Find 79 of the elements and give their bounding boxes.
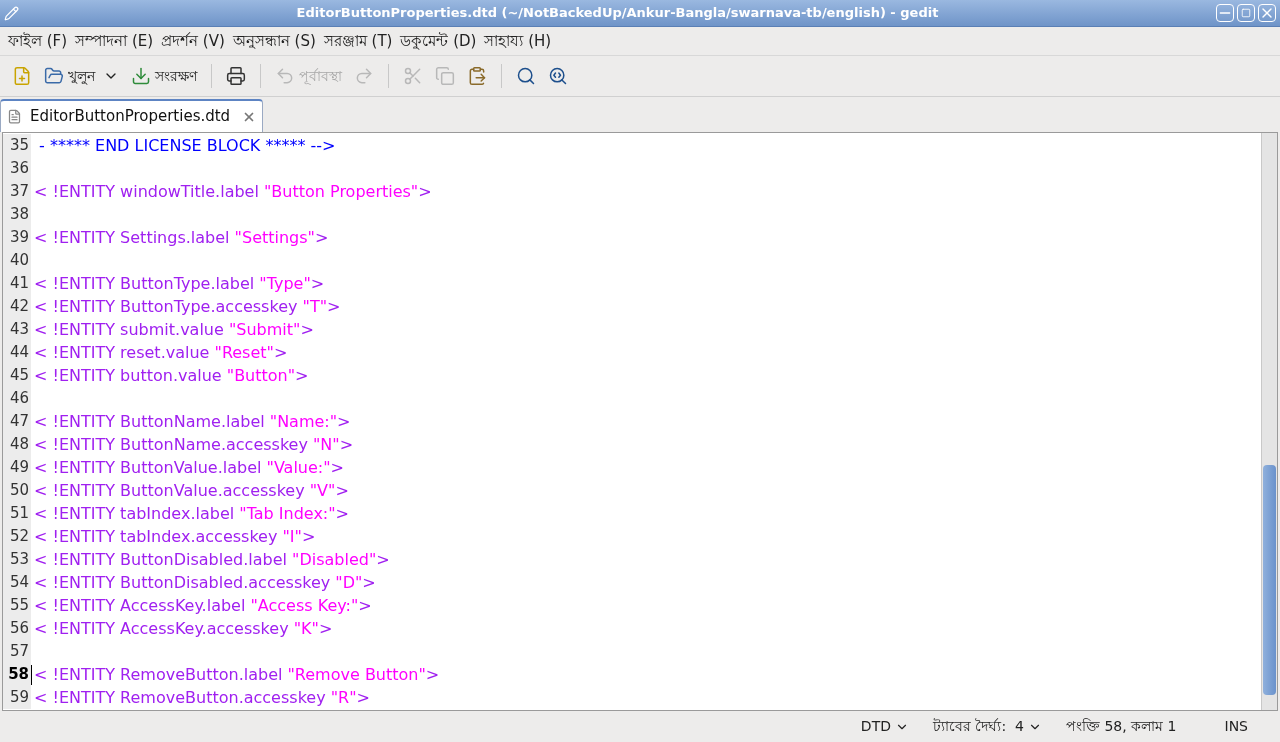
line-number: 56 bbox=[3, 617, 31, 640]
line-number: 53 bbox=[3, 548, 31, 571]
code-line: < !ENTITY Settings.label "Settings"> bbox=[34, 226, 329, 249]
language-selector[interactable]: DTD bbox=[860, 716, 909, 737]
undo-icon bbox=[275, 66, 295, 86]
menu-item[interactable]: প্রদর্শন (V) bbox=[157, 29, 229, 53]
line-number: 52 bbox=[3, 525, 31, 548]
line-number: 37 bbox=[3, 180, 31, 203]
line-number: 35 bbox=[3, 134, 31, 157]
minimize-icon[interactable] bbox=[1216, 4, 1234, 22]
code-line: < !ENTITY RemoveButton.label "Remove Button"> bbox=[34, 663, 440, 686]
line-number: 49 bbox=[3, 456, 31, 479]
code-line: < !ENTITY ButtonName.label "Name:"> bbox=[34, 410, 351, 433]
line-number: 51 bbox=[3, 502, 31, 525]
code-line: < !ENTITY ButtonValue.accesskey "V"> bbox=[34, 479, 349, 502]
line-number: 59 bbox=[3, 686, 31, 709]
code-line: - ***** END LICENSE BLOCK ***** --> bbox=[38, 134, 336, 157]
menu-item[interactable]: ফাইল (F) bbox=[4, 29, 72, 53]
line-number: 47 bbox=[3, 410, 31, 433]
code-line: < !ENTITY ButtonName.accesskey "N"> bbox=[34, 433, 354, 456]
line-number: 58 bbox=[3, 663, 31, 686]
line-number: 43 bbox=[3, 318, 31, 341]
code-line: < !ENTITY AccessKey.label "Access Key:"> bbox=[34, 594, 372, 617]
line-number: 42 bbox=[3, 295, 31, 318]
open-button[interactable]: খুলুন bbox=[38, 60, 125, 92]
line-number: 36 bbox=[3, 157, 31, 180]
code-line: < !ENTITY ButtonValue.label "Value:"> bbox=[34, 456, 344, 479]
menu-item[interactable]: সরঞ্জাম (T) bbox=[319, 29, 397, 53]
redo-icon bbox=[354, 66, 374, 86]
search-icon bbox=[516, 66, 536, 86]
line-number: 39 bbox=[3, 226, 31, 249]
tab-label: EditorButtonProperties.dtd bbox=[30, 106, 231, 128]
line-number: 38 bbox=[3, 203, 31, 226]
code-line: < !ENTITY ButtonType.accesskey "T"> bbox=[34, 295, 341, 318]
line-number: 57 bbox=[3, 640, 31, 663]
code-line: < !ENTITY ButtonType.label "Type"> bbox=[34, 272, 325, 295]
insert-mode: INS bbox=[1224, 717, 1248, 736]
copy-icon bbox=[435, 66, 455, 86]
code-line: < !ENTITY AccessKey.accesskey "K"> bbox=[34, 617, 333, 640]
tab-width-selector[interactable]: ট্যাবের দৈর্ঘ্য: 4 bbox=[933, 716, 1042, 737]
code-line: < !ENTITY tabIndex.label "Tab Index:"> bbox=[34, 502, 349, 525]
scrollbar-thumb[interactable] bbox=[1263, 465, 1276, 695]
printer-icon bbox=[226, 66, 246, 86]
line-number: 55 bbox=[3, 594, 31, 617]
code-line: < !ENTITY tabIndex.accesskey "I"> bbox=[34, 525, 316, 548]
scrollbar[interactable] bbox=[1261, 133, 1277, 710]
code-line: < !ENTITY reset.value "Reset"> bbox=[34, 341, 288, 364]
line-number: 41 bbox=[3, 272, 31, 295]
find-replace-icon bbox=[548, 66, 568, 86]
window-title: EditorButtonProperties.dtd (~/NotBackedUp/Ankur-Bangla/swarnava-tb/english) - gedit bbox=[295, 4, 940, 23]
download-icon bbox=[131, 66, 151, 86]
code-line: < !ENTITY ButtonDisabled.label "Disabled"> bbox=[34, 548, 390, 571]
menu-item[interactable]: সম্পাদনা (E) bbox=[71, 29, 158, 53]
scissors-icon bbox=[403, 66, 423, 86]
code-line: < !ENTITY button.value "Button"> bbox=[34, 364, 309, 387]
code-line: < !ENTITY RemoveButton.accesskey "R"> bbox=[34, 686, 370, 709]
line-number: 45 bbox=[3, 364, 31, 387]
maximize-icon[interactable] bbox=[1237, 4, 1255, 22]
code-line: < !ENTITY ButtonDisabled.accesskey "D"> bbox=[34, 571, 376, 594]
new-file-icon bbox=[12, 66, 32, 86]
close-icon[interactable] bbox=[1258, 4, 1276, 22]
line-number: 40 bbox=[3, 249, 31, 272]
menu-item[interactable]: ডকুমেন্ট (D) bbox=[396, 29, 481, 53]
line-number: 44 bbox=[3, 341, 31, 364]
code-line: < !ENTITY submit.value "Submit"> bbox=[34, 318, 314, 341]
file-tab[interactable]: EditorButtonProperties.dtd bbox=[0, 99, 264, 132]
code-line: < !ENTITY windowTitle.label "Button Properties"> bbox=[34, 180, 432, 203]
menu-item[interactable]: সাহায্য (H) bbox=[480, 29, 556, 53]
menu-item[interactable]: অনুসন্ধান (S) bbox=[228, 29, 320, 53]
line-number: 50 bbox=[3, 479, 31, 502]
line-number: 54 bbox=[3, 571, 31, 594]
app-icon bbox=[4, 5, 19, 21]
line-number: 46 bbox=[3, 387, 31, 410]
clipboard-icon bbox=[467, 66, 487, 86]
cursor-position: পংক্তি 58, কলাম 1 bbox=[1065, 717, 1177, 736]
document-icon bbox=[7, 109, 22, 124]
folder-icon bbox=[44, 66, 64, 86]
save-button[interactable]: সংরক্ষণ bbox=[125, 60, 203, 92]
line-number: 48 bbox=[3, 433, 31, 456]
